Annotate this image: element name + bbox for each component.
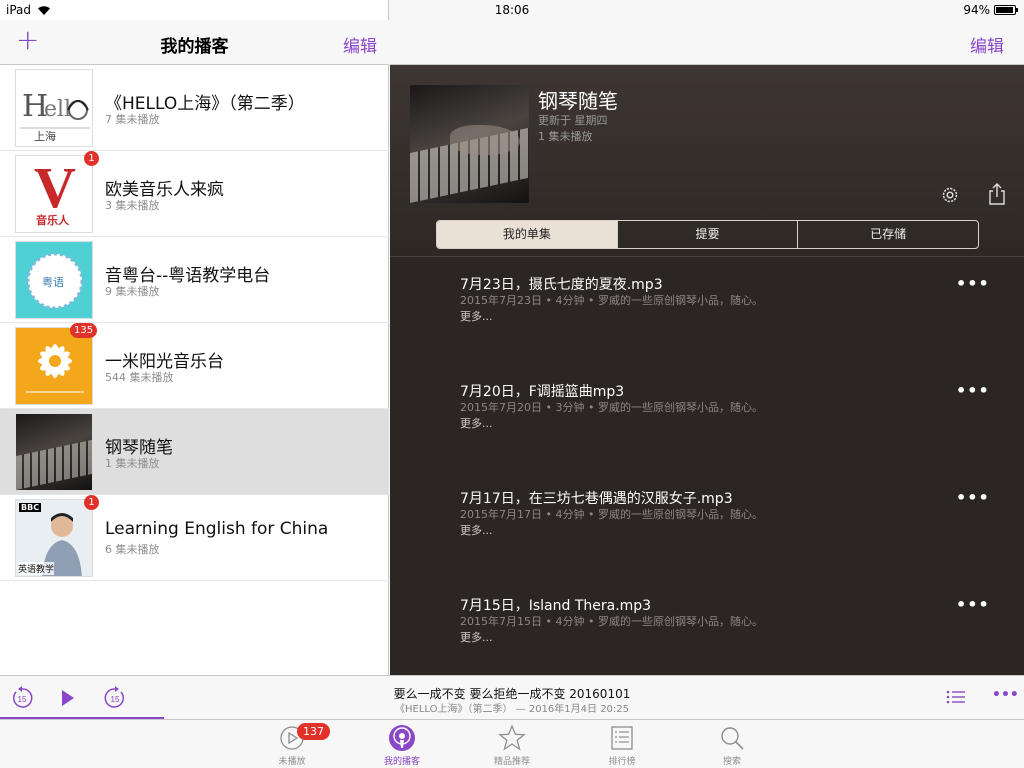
segment-feed[interactable]: 提要 [618,221,799,248]
episode-row[interactable]: 7月23日，摄氏七度的夏夜.mp3 2015年7月23日 • 4分钟 • 罗威的… [390,258,1024,365]
podcast-header: 钢琴随笔 更新于 星期四 1 集未播放 我的单集 提要 已存储 [390,65,1024,257]
podcast-list-pane: + 我的播客 编辑 H ell 上海 《HELLO上海》（第二季） 7 集未播放 [0,0,389,675]
more-link[interactable]: 更多... [460,415,493,431]
tab-top-charts[interactable]: 排行榜 [582,720,662,768]
podcast-artwork: BBC 英语教学 [15,499,93,577]
podcast-item-learning-english[interactable]: BBC 英语教学 1 Learning English for China 6 … [0,495,389,581]
artwork-caption: 粤语 [42,276,64,289]
sunflower-icon [26,344,84,393]
tab-bar: 137 未播放 我的播客 精品推荐 排行榜 搜索 [0,719,1024,768]
episode-list: 7月23日，摄氏七度的夏夜.mp3 2015年7月23日 • 4分钟 • 罗威的… [390,258,1024,686]
unplayed-count: 1 集未播放 [105,457,160,470]
segment-my-episodes[interactable]: 我的单集 [437,221,618,248]
episode-actions-icon[interactable]: ••• [956,488,990,507]
podcast-title: 钢琴随笔 [538,89,618,113]
tab-label: 排行榜 [608,757,636,767]
unplayed-count: 9 集未播放 [105,285,160,298]
episode-meta: 2015年7月23日 • 4分钟 • 罗威的一些原创钢琴小品，随心。 [460,294,763,307]
podcast-detail-pane: 编辑 钢琴随笔 更新于 星期四 1 集未播放 我的单集 提要 已存储 7月23日… [390,0,1024,675]
unread-badge: 1 [84,151,99,166]
podcast-list: H ell 上海 《HELLO上海》（第二季） 7 集未播放 V 音乐人 1 欧… [0,65,389,581]
podcast-item-cantonese[interactable]: 粤语 音粤台--粤语教学电台 9 集未播放 [0,237,389,323]
podcast-item-sunshine[interactable]: 135 一米阳光音乐台 544 集未播放 [0,323,389,409]
left-edit-button[interactable]: 编辑 [343,32,377,57]
episode-title: 7月15日，Island Thera.mp3 [460,598,652,614]
up-next-list-icon[interactable] [946,690,966,704]
unplayed-label: 1 集未播放 [538,130,593,143]
artwork-caption: 音乐人 [36,214,69,227]
share-icon[interactable] [988,182,1006,206]
episode-row[interactable]: 7月17日，在三坊七巷偶遇的汉服女子.mp3 2015年7月17日 • 4分钟 … [390,472,1024,579]
podcast-item-hello-shanghai[interactable]: H ell 上海 《HELLO上海》（第二季） 7 集未播放 [0,65,389,151]
episode-title: 7月17日，在三坊七巷偶遇的汉服女子.mp3 [460,491,733,507]
episode-meta: 2015年7月17日 • 4分钟 • 罗威的一些原创钢琴小品，随心。 [460,508,763,521]
artwork-caption: 上海 [34,130,56,143]
podcast-artwork: 粤语 [15,241,93,319]
battery-icon [994,5,1018,15]
unread-badge: 1 [84,495,99,510]
segmented-control: 我的单集 提要 已存储 [436,220,979,249]
clock: 18:06 [494,3,530,17]
podcast-artwork [15,327,93,405]
right-edit-button[interactable]: 编辑 [970,32,1004,57]
player-more-icon[interactable]: ••• [992,687,1019,703]
page-title: 我的播客 [160,37,229,57]
settings-gear-icon[interactable] [940,185,960,205]
unplayed-count: 7 集未播放 [105,113,160,126]
podcast-item-music[interactable]: V 音乐人 1 欧美音乐人来疯 3 集未播放 [0,151,389,237]
updated-label: 更新于 星期四 [538,114,608,127]
unplayed-count: 3 集未播放 [105,199,160,212]
episode-actions-icon[interactable]: ••• [956,595,990,614]
unplayed-badge: 137 [297,723,330,740]
episode-row[interactable]: 7月20日，F调摇篮曲mp3 2015年7月20日 • 3分钟 • 罗威的一些原… [390,365,1024,472]
tab-label: 未播放 [278,757,306,767]
bbc-logo: BBC [19,503,42,512]
podcast-artwork [15,413,93,491]
tab-label: 精品推荐 [493,757,530,767]
svg-text:ell: ell [44,97,71,122]
search-icon [721,727,744,750]
unplayed-count: 6 集未播放 [105,543,160,556]
podcast-cover [410,85,529,203]
episode-title: 7月20日，F调摇篮曲mp3 [460,384,625,400]
more-link[interactable]: 更多... [460,629,493,645]
episode-actions-icon[interactable]: ••• [956,381,990,400]
episode-row[interactable]: 7月15日，Island Thera.mp3 2015年7月15日 • 4分钟 … [390,579,1024,686]
segment-saved[interactable]: 已存储 [798,221,978,248]
podcast-artwork: V 音乐人 [15,155,93,233]
more-link[interactable]: 更多... [460,522,493,538]
unread-badge: 135 [70,323,98,338]
episode-meta: 2015年7月20日 • 3分钟 • 罗威的一些原创钢琴小品，随心。 [460,401,763,414]
unplayed-count: 544 集未播放 [105,371,174,384]
tab-label: 搜索 [722,757,741,767]
star-icon [498,724,526,751]
episode-actions-icon[interactable]: ••• [956,274,990,293]
more-link[interactable]: 更多... [460,308,493,324]
episode-title: 7月23日，摄氏七度的夏夜.mp3 [460,277,663,293]
podcast-icon [389,725,415,751]
now-playing-subtitle: 《HELLO上海》（第二季） — 2016年1月4日 20:25 [394,704,630,715]
status-bar: iPad 18:06 94% [0,0,1024,20]
artwork-caption: 英语教学 [18,562,55,575]
tab-search[interactable]: 搜索 [692,720,772,768]
podcast-artwork: H ell 上海 [15,69,93,147]
battery-percent: 94% [963,3,990,17]
tab-my-podcasts[interactable]: 我的播客 [362,720,442,768]
podcast-name: Learning English for China [105,519,329,539]
podcast-item-piano[interactable]: 钢琴随笔 1 集未播放 [0,409,389,495]
left-nav-bar: + 我的播客 编辑 [0,20,389,65]
tab-featured[interactable]: 精品推荐 [472,720,552,768]
mini-player: 15 15 要么一成不变 要么拒绝一成不变 20160101 《HELLO上海》… [0,675,1024,719]
tab-unplayed[interactable]: 137 未播放 [252,720,332,768]
list-icon [611,726,633,750]
tab-label: 我的播客 [383,757,420,767]
episode-meta: 2015年7月15日 • 4分钟 • 罗威的一些原创钢琴小品，随心。 [460,615,763,628]
